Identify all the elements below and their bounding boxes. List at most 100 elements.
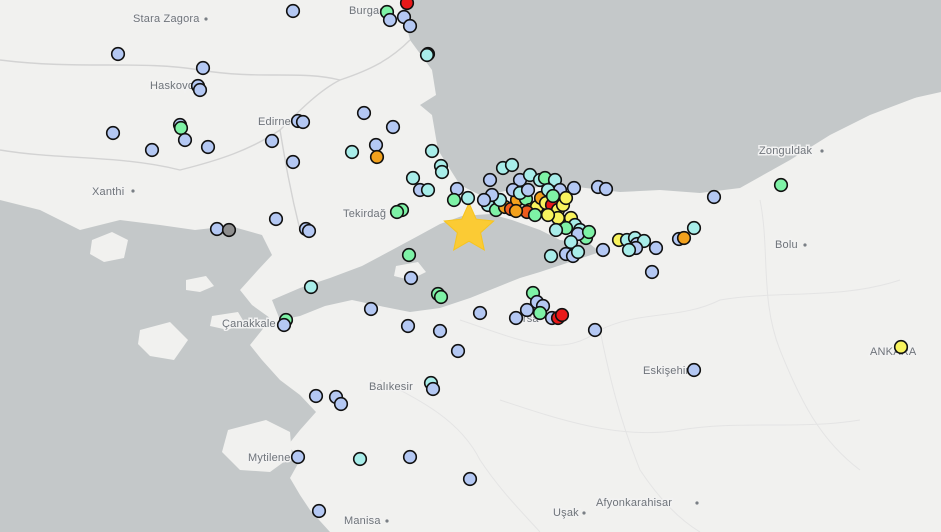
station-marker[interactable] [508, 203, 524, 219]
city-label-afyonkarahisar: Afyonkarahisar [596, 497, 672, 509]
station-marker[interactable] [363, 301, 379, 317]
city-label-ankara: ANKARA [870, 346, 917, 358]
city-label-zonguldak: Zonguldak [759, 145, 812, 157]
station-marker[interactable] [773, 177, 789, 193]
station-marker[interactable] [476, 192, 492, 208]
station-marker[interactable] [686, 220, 702, 236]
station-marker[interactable] [554, 307, 570, 323]
city-dot-afyonkarahisar [695, 501, 699, 505]
station-marker[interactable] [472, 305, 488, 321]
station-marker[interactable] [433, 289, 449, 305]
station-marker[interactable] [209, 221, 225, 237]
station-marker[interactable] [432, 323, 448, 339]
station-marker[interactable] [424, 143, 440, 159]
city-label-usak: Uşak [553, 507, 579, 519]
station-marker[interactable] [621, 242, 637, 258]
station-marker[interactable] [301, 223, 317, 239]
city-dot-zonguldak [820, 149, 824, 153]
station-marker[interactable] [558, 190, 574, 206]
station-marker[interactable] [706, 189, 722, 205]
station-marker[interactable] [893, 339, 909, 355]
station-marker[interactable] [144, 142, 160, 158]
station-marker[interactable] [598, 181, 614, 197]
city-dot-xanthi [131, 189, 135, 193]
city-label-balikesir: Balıkesir [369, 381, 413, 393]
station-marker[interactable] [308, 388, 324, 404]
station-marker[interactable] [333, 396, 349, 412]
station-marker[interactable] [105, 125, 121, 141]
city-dot-bolu [803, 243, 807, 247]
station-marker[interactable] [504, 157, 520, 173]
station-marker[interactable] [545, 188, 561, 204]
station-marker[interactable] [434, 164, 450, 180]
station-marker[interactable] [686, 362, 702, 378]
city-label-tekirdag: Tekirdağ [343, 208, 386, 220]
station-marker[interactable] [595, 242, 611, 258]
station-marker[interactable] [402, 449, 418, 465]
city-label-eskisehir: Eskişehir [643, 365, 690, 377]
city-label-haskovo: Haskovo [150, 80, 194, 92]
city-label-stara-zagora: Stara Zagora [133, 13, 200, 25]
station-marker[interactable] [285, 154, 301, 170]
station-marker[interactable] [425, 381, 441, 397]
station-marker[interactable] [460, 190, 476, 206]
station-marker[interactable] [644, 264, 660, 280]
station-marker[interactable] [450, 343, 466, 359]
station-marker[interactable] [570, 244, 586, 260]
station-marker[interactable] [344, 144, 360, 160]
map-view[interactable]: Stara Zagora Burgas Haskovo Edirne Xanthi Tek… [0, 0, 941, 532]
city-label-manisa: Manisa [344, 515, 381, 527]
station-marker[interactable] [276, 317, 292, 333]
station-marker[interactable] [221, 222, 237, 238]
station-marker[interactable] [311, 503, 327, 519]
station-marker[interactable] [285, 3, 301, 19]
station-marker[interactable] [403, 270, 419, 286]
station-marker[interactable] [195, 60, 211, 76]
station-marker[interactable] [295, 114, 311, 130]
station-marker[interactable] [581, 224, 597, 240]
station-marker[interactable] [192, 82, 208, 98]
city-dot-manisa [385, 519, 389, 523]
station-marker[interactable] [177, 132, 193, 148]
city-dot-stara-zagora [204, 17, 208, 21]
map-canvas[interactable]: Stara Zagora Burgas Haskovo Edirne Xanthi Tek… [0, 0, 941, 532]
station-marker[interactable] [543, 248, 559, 264]
station-marker[interactable] [389, 204, 405, 220]
station-marker[interactable] [482, 172, 498, 188]
station-marker[interactable] [420, 182, 436, 198]
station-marker[interactable] [290, 449, 306, 465]
station-marker[interactable] [402, 18, 418, 34]
station-marker[interactable] [110, 46, 126, 62]
station-marker[interactable] [676, 230, 692, 246]
station-marker[interactable] [385, 119, 401, 135]
station-marker[interactable] [462, 471, 478, 487]
station-marker[interactable] [200, 139, 216, 155]
station-marker[interactable] [532, 305, 548, 321]
station-marker[interactable] [382, 12, 398, 28]
station-marker[interactable] [508, 310, 524, 326]
station-marker[interactable] [264, 133, 280, 149]
station-marker[interactable] [173, 120, 189, 136]
station-marker[interactable] [519, 302, 535, 318]
station-marker[interactable] [587, 322, 603, 338]
city-label-bolu: Bolu [775, 239, 798, 251]
city-label-xanthi: Xanthi [92, 186, 124, 198]
station-marker[interactable] [540, 207, 556, 223]
station-marker[interactable] [405, 170, 421, 186]
station-marker[interactable] [419, 47, 435, 63]
station-marker[interactable] [648, 240, 664, 256]
station-marker[interactable] [401, 247, 417, 263]
station-marker[interactable] [400, 318, 416, 334]
city-label-edirne: Edirne [258, 116, 291, 128]
station-marker[interactable] [399, 0, 415, 11]
station-marker[interactable] [369, 149, 385, 165]
station-marker[interactable] [368, 137, 384, 153]
station-marker[interactable] [548, 222, 564, 238]
station-marker[interactable] [356, 105, 372, 121]
station-marker[interactable] [352, 451, 368, 467]
station-marker[interactable] [527, 207, 543, 223]
station-marker[interactable] [446, 192, 462, 208]
station-marker[interactable] [303, 279, 319, 295]
station-marker[interactable] [268, 211, 284, 227]
station-marker[interactable] [520, 182, 536, 198]
